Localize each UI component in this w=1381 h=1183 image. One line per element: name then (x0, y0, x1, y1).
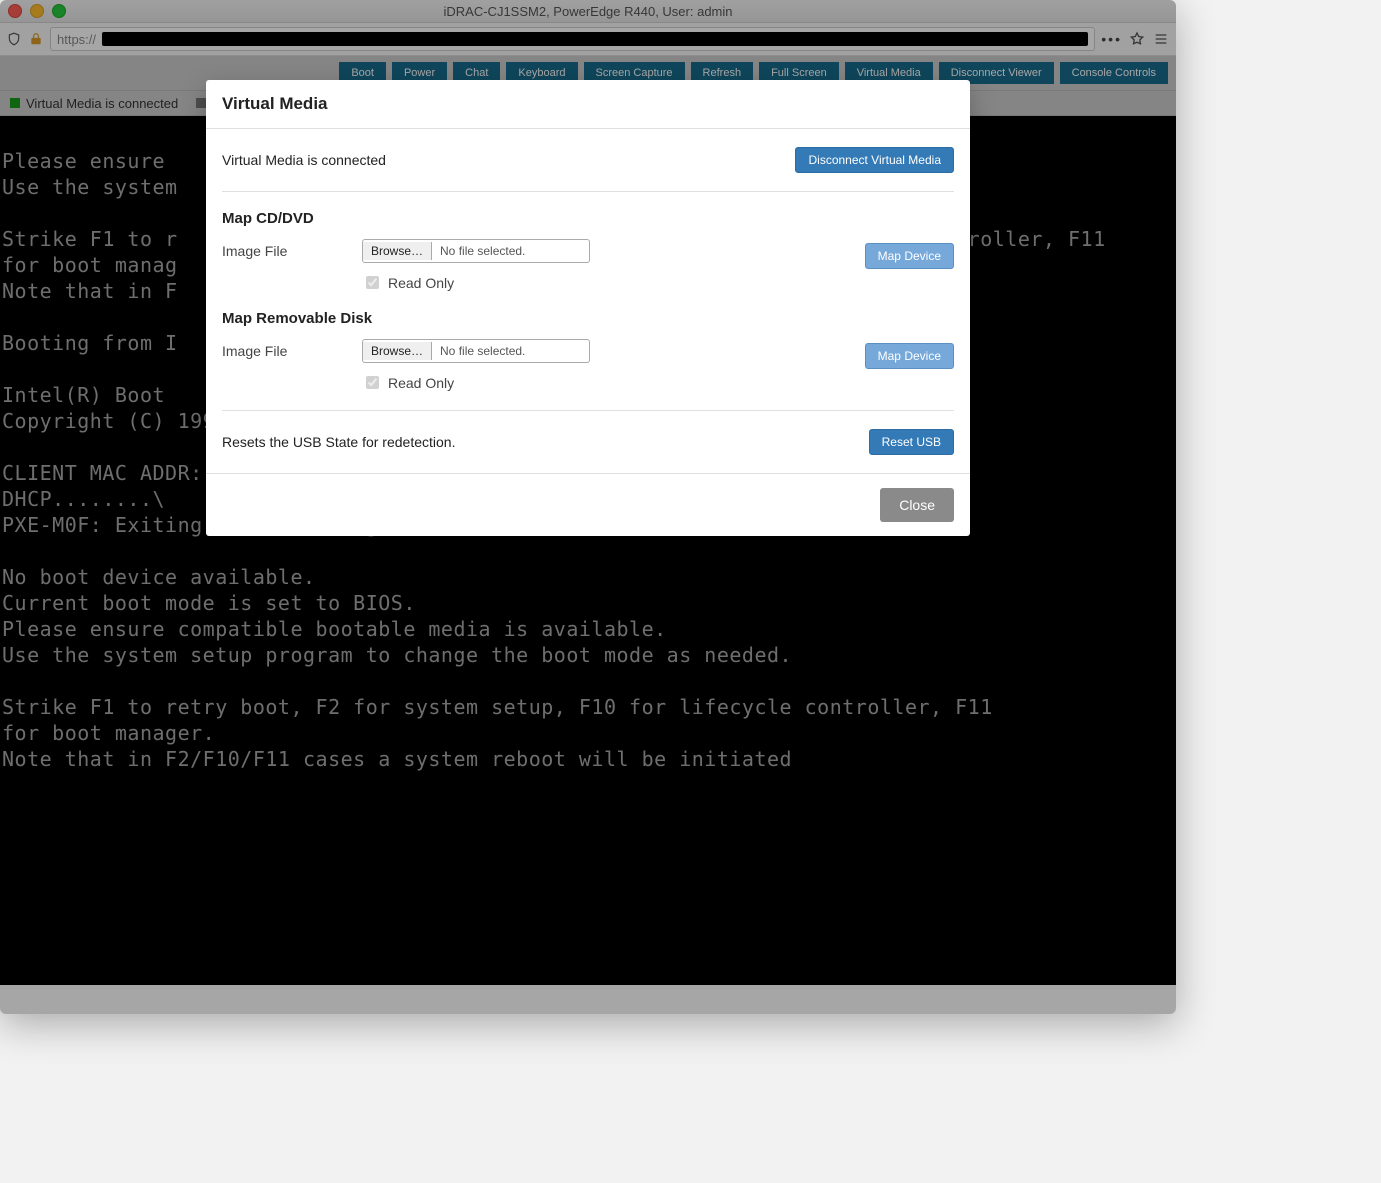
status-vmedia-text: Virtual Media is connected (26, 96, 178, 111)
url-field[interactable]: https:// (50, 27, 1095, 51)
cd-file-status: No file selected. (432, 244, 533, 258)
reset-usb-description: Resets the USB State for redetection. (222, 434, 455, 450)
lock-warning-icon[interactable] (28, 31, 44, 47)
rd-browse-button[interactable]: Browse… (363, 342, 432, 360)
status-vmedia: Virtual Media is connected (10, 96, 178, 111)
divider (222, 191, 954, 192)
rd-map-device-button[interactable]: Map Device (865, 343, 954, 369)
dialog-title: Virtual Media (222, 94, 954, 114)
cd-read-only-checkbox[interactable] (366, 276, 379, 289)
page-actions-icon[interactable]: ••• (1101, 31, 1122, 47)
reset-usb-button[interactable]: Reset USB (869, 429, 954, 455)
map-cd-section: Map CD/DVD Image File Browse… No file se… (222, 210, 954, 292)
vmedia-status-text: Virtual Media is connected (222, 152, 386, 168)
virtual-media-dialog: Virtual Media Virtual Media is connected… (206, 80, 970, 536)
cd-browse-button[interactable]: Browse… (363, 242, 432, 260)
cd-file-input[interactable]: Browse… No file selected. (362, 239, 590, 263)
disconnect-virtual-media-button[interactable]: Disconnect Virtual Media (795, 147, 954, 173)
address-bar: https:// ••• (0, 23, 1176, 56)
url-scheme: https:// (57, 32, 96, 47)
map-cd-title: Map CD/DVD (222, 210, 954, 227)
rd-image-file-label: Image File (222, 343, 362, 359)
map-removable-section: Map Removable Disk Image File Browse… No… (222, 310, 954, 392)
close-button[interactable]: Close (880, 488, 954, 522)
hamburger-menu-icon[interactable] (1152, 30, 1170, 48)
mac-titlebar: iDRAC-CJ1SSM2, PowerEdge R440, User: adm… (0, 0, 1176, 23)
toolbar-console-controls-button[interactable]: Console Controls (1060, 62, 1168, 84)
rd-file-input[interactable]: Browse… No file selected. (362, 339, 590, 363)
cd-read-only-label: Read Only (388, 275, 454, 291)
cd-image-file-label: Image File (222, 243, 362, 259)
rd-read-only-label: Read Only (388, 375, 454, 391)
status-indicator-icon (196, 98, 206, 108)
bookmark-star-icon[interactable] (1128, 30, 1146, 48)
map-removable-title: Map Removable Disk (222, 310, 954, 327)
window-title: iDRAC-CJ1SSM2, PowerEdge R440, User: adm… (0, 4, 1176, 19)
rd-read-only-checkbox[interactable] (366, 376, 379, 389)
app-window: iDRAC-CJ1SSM2, PowerEdge R440, User: adm… (0, 0, 1176, 1014)
dialog-header: Virtual Media (206, 80, 970, 129)
rd-file-status: No file selected. (432, 344, 533, 358)
dialog-footer: Close (206, 473, 970, 536)
vmedia-status-row: Virtual Media is connected Disconnect Vi… (222, 147, 954, 173)
tracking-protection-icon[interactable] (6, 31, 22, 47)
cd-map-device-button[interactable]: Map Device (865, 243, 954, 269)
url-redacted (102, 32, 1088, 46)
status-indicator-icon (10, 98, 20, 108)
divider (222, 410, 954, 411)
